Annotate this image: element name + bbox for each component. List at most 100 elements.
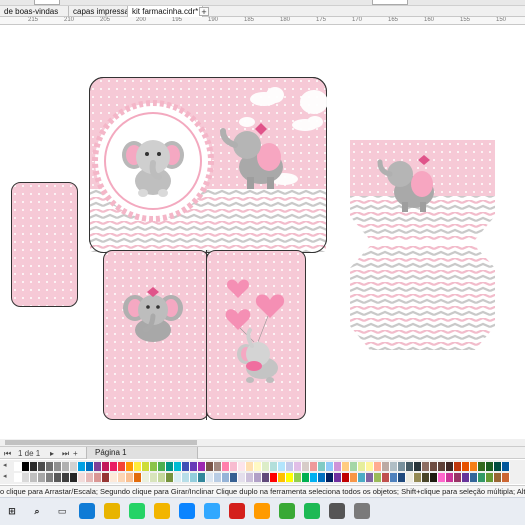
color-swatch[interactable] bbox=[414, 473, 422, 482]
color-swatch[interactable] bbox=[502, 473, 510, 482]
color-swatch[interactable] bbox=[350, 462, 358, 471]
color-swatch[interactable] bbox=[174, 473, 182, 482]
property-field[interactable] bbox=[34, 0, 60, 5]
color-swatch[interactable] bbox=[222, 462, 230, 471]
color-swatch[interactable] bbox=[310, 462, 318, 471]
color-swatch[interactable] bbox=[398, 473, 406, 482]
color-swatch[interactable] bbox=[478, 473, 486, 482]
color-swatch[interactable] bbox=[46, 462, 54, 471]
color-swatch[interactable] bbox=[294, 473, 302, 482]
first-page-icon[interactable]: ⏮ bbox=[4, 448, 11, 459]
color-swatch[interactable] bbox=[62, 462, 70, 471]
label-piece-right-bottom[interactable] bbox=[350, 246, 495, 350]
taskview-icon[interactable]: ▭ bbox=[54, 503, 70, 519]
color-swatch[interactable] bbox=[206, 473, 214, 482]
color-swatch[interactable] bbox=[78, 473, 86, 482]
color-swatch[interactable] bbox=[30, 473, 38, 482]
edge-icon[interactable] bbox=[79, 503, 95, 519]
color-swatch[interactable] bbox=[326, 462, 334, 471]
color-swatch[interactable] bbox=[366, 473, 374, 482]
color-swatch[interactable] bbox=[262, 462, 270, 471]
color-swatch[interactable] bbox=[142, 473, 150, 482]
color-swatch[interactable] bbox=[62, 473, 70, 482]
color-swatch[interactable] bbox=[102, 462, 110, 471]
color-swatch[interactable] bbox=[430, 462, 438, 471]
color-swatch[interactable] bbox=[118, 473, 126, 482]
color-swatch[interactable] bbox=[470, 473, 478, 482]
color-swatch[interactable] bbox=[286, 473, 294, 482]
color-swatch[interactable] bbox=[86, 473, 94, 482]
horizontal-ruler[interactable]: 215 210 205 200 195 190 185 180 175 170 … bbox=[0, 17, 525, 25]
color-swatch[interactable] bbox=[486, 462, 494, 471]
color-swatch[interactable] bbox=[190, 462, 198, 471]
color-swatch[interactable] bbox=[334, 473, 342, 482]
color-swatch[interactable] bbox=[438, 462, 446, 471]
label-panel-main[interactable] bbox=[89, 77, 327, 253]
color-swatch[interactable] bbox=[302, 473, 310, 482]
label-panel-bottom-left[interactable] bbox=[103, 250, 209, 420]
chrome-icon[interactable] bbox=[104, 503, 120, 519]
color-swatch[interactable] bbox=[374, 473, 382, 482]
color-swatch[interactable] bbox=[150, 473, 158, 482]
color-swatch[interactable] bbox=[462, 462, 470, 471]
color-swatch[interactable] bbox=[502, 462, 510, 471]
color-swatch[interactable] bbox=[174, 462, 182, 471]
color-swatch[interactable] bbox=[318, 473, 326, 482]
color-swatch[interactable] bbox=[302, 462, 310, 471]
color-swatch[interactable] bbox=[22, 473, 30, 482]
color-swatch[interactable] bbox=[110, 473, 118, 482]
horizontal-scrollbar[interactable] bbox=[0, 439, 525, 446]
color-swatch[interactable] bbox=[398, 462, 406, 471]
color-swatch[interactable] bbox=[230, 462, 238, 471]
color-swatch[interactable] bbox=[182, 462, 190, 471]
color-swatch[interactable] bbox=[326, 473, 334, 482]
color-swatch[interactable] bbox=[246, 462, 254, 471]
color-swatch[interactable] bbox=[262, 473, 270, 482]
color-swatch[interactable] bbox=[278, 473, 286, 482]
color-swatch[interactable] bbox=[446, 462, 454, 471]
color-swatch[interactable] bbox=[142, 462, 150, 471]
color-swatch[interactable] bbox=[246, 473, 254, 482]
color-swatch[interactable] bbox=[406, 473, 414, 482]
color-swatch[interactable] bbox=[238, 462, 246, 471]
add-page-button[interactable]: + bbox=[73, 448, 78, 459]
last-page-icon[interactable]: ⏭ bbox=[62, 448, 69, 459]
color-swatch[interactable] bbox=[438, 473, 446, 482]
color-swatch[interactable] bbox=[158, 462, 166, 471]
color-swatch[interactable] bbox=[110, 462, 118, 471]
color-swatch[interactable] bbox=[94, 462, 102, 471]
color-swatch[interactable] bbox=[294, 462, 302, 471]
color-swatch[interactable] bbox=[390, 473, 398, 482]
color-swatch[interactable] bbox=[238, 473, 246, 482]
color-swatch[interactable] bbox=[462, 473, 470, 482]
color-swatch[interactable] bbox=[166, 462, 174, 471]
color-swatch[interactable] bbox=[70, 473, 78, 482]
next-page-icon[interactable]: ▸ bbox=[50, 448, 54, 459]
spotify-icon[interactable] bbox=[304, 503, 320, 519]
color-swatch[interactable] bbox=[126, 462, 134, 471]
color-swatch[interactable] bbox=[14, 462, 22, 471]
color-swatch[interactable] bbox=[46, 473, 54, 482]
color-swatch[interactable] bbox=[150, 462, 158, 471]
color-swatch[interactable] bbox=[14, 473, 22, 482]
color-swatch[interactable] bbox=[286, 462, 294, 471]
color-swatch[interactable] bbox=[446, 473, 454, 482]
color-swatch[interactable] bbox=[134, 462, 142, 471]
color-swatch[interactable] bbox=[38, 473, 46, 482]
color-swatch[interactable] bbox=[390, 462, 398, 471]
color-swatch[interactable] bbox=[494, 462, 502, 471]
color-swatch[interactable] bbox=[22, 462, 30, 471]
color-swatch[interactable] bbox=[30, 462, 38, 471]
misc-icon[interactable] bbox=[354, 503, 370, 519]
color-swatch[interactable] bbox=[318, 462, 326, 471]
color-swatch[interactable] bbox=[310, 473, 318, 482]
color-swatch[interactable] bbox=[342, 462, 350, 471]
color-swatch[interactable] bbox=[374, 462, 382, 471]
color-swatch[interactable] bbox=[38, 462, 46, 471]
color-swatch[interactable] bbox=[382, 462, 390, 471]
color-swatch[interactable] bbox=[454, 473, 462, 482]
color-swatch[interactable] bbox=[214, 473, 222, 482]
color-swatch[interactable] bbox=[86, 462, 94, 471]
color-swatch[interactable] bbox=[342, 473, 350, 482]
color-swatch[interactable] bbox=[414, 462, 422, 471]
